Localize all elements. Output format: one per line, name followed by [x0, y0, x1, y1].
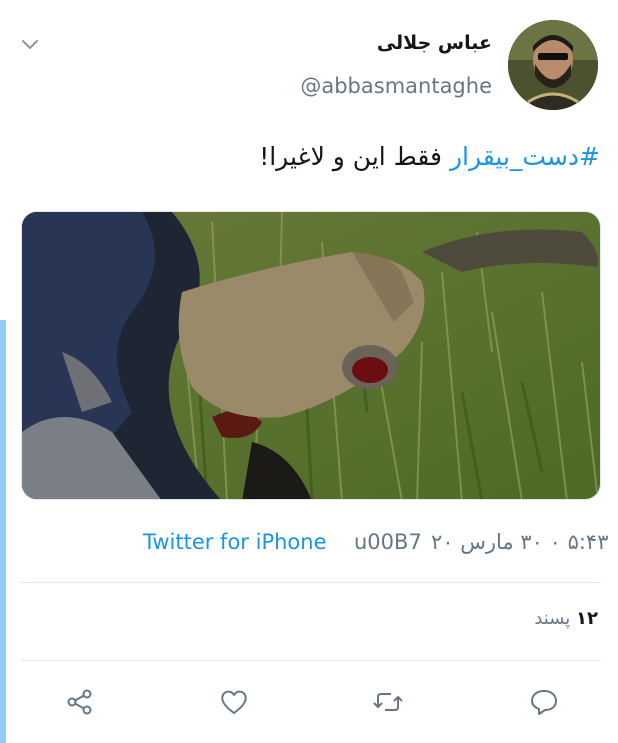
retweet-button[interactable]: [370, 684, 406, 720]
likes-stat[interactable]: ۱۲ پسند: [534, 608, 598, 629]
likes-label: پسند: [534, 608, 571, 629]
reply-icon: [531, 690, 557, 715]
share-button[interactable]: [62, 684, 98, 720]
meta-separator: u00B7: [354, 530, 422, 554]
chevron-down-icon[interactable]: [20, 36, 40, 52]
avatar[interactable]: [508, 20, 598, 110]
like-button[interactable]: [216, 684, 252, 720]
author-handle[interactable]: @abbasmantaghe: [300, 74, 492, 98]
reply-button[interactable]: [526, 684, 562, 720]
tweet-meta: Twitter for iPhone u00B7 ۵:۴۳ ۰ ۳۰ مارس …: [0, 530, 618, 562]
tweet-body: فقط این و لاغیرا!: [259, 142, 442, 171]
retweet-icon: [373, 693, 403, 711]
divider: [21, 582, 601, 583]
divider: [21, 660, 601, 661]
heart-icon: [221, 690, 247, 714]
likes-count: ۱۲: [576, 608, 598, 629]
tweet-header: عباس جلالی @abbasmantaghe: [0, 0, 618, 120]
tweet-text: #دست_بیقرار فقط این و لاغیرا!: [259, 142, 600, 171]
tweet-source-link[interactable]: Twitter for iPhone: [143, 530, 327, 554]
tweet-media[interactable]: [21, 211, 601, 500]
hashtag-link[interactable]: #دست_بیقرار: [450, 142, 600, 171]
share-icon: [67, 689, 92, 715]
author-name[interactable]: عباس جلالی: [377, 32, 492, 54]
tweet-datetime[interactable]: ۵:۴۳ ۰ ۳۰ مارس ۲۰: [431, 530, 608, 554]
